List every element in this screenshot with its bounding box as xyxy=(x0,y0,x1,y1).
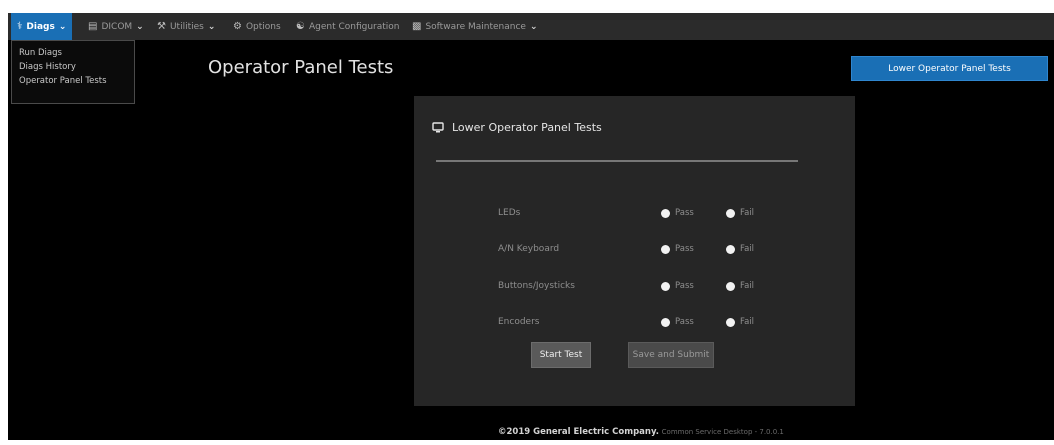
pass-label: Pass xyxy=(675,317,694,327)
lower-operator-panel-tests-button[interactable]: Lower Operator Panel Tests xyxy=(851,56,1048,81)
radio-circle xyxy=(661,244,670,254)
nav-agent-configuration[interactable]: ☯ Agent Configuration xyxy=(296,13,400,40)
menu-item-operator-panel-tests[interactable]: Operator Panel Tests xyxy=(19,74,127,88)
pass-radio[interactable]: Pass xyxy=(661,244,694,254)
nav-utilities-label: Utilities xyxy=(169,21,204,32)
nav-options-label: Options xyxy=(245,21,281,32)
database-icon: ▤ xyxy=(88,20,98,32)
monitor-icon xyxy=(432,122,444,133)
fail-radio[interactable]: Fail xyxy=(726,244,754,254)
page-title: Operator Panel Tests xyxy=(208,57,394,78)
chevron-down-icon: ⌄ xyxy=(136,21,144,32)
users-icon: ☯ xyxy=(296,20,305,32)
chevron-down-icon: ⌄ xyxy=(207,21,216,32)
nav-diags-label: Diags xyxy=(26,21,55,32)
pass-radio[interactable]: Pass xyxy=(661,317,694,327)
nav-utilities[interactable]: ⚒ Utilities ⌄ xyxy=(157,13,215,40)
fail-radio[interactable]: Fail xyxy=(726,208,754,218)
copyright-text: ©2019 General Electric Company. xyxy=(498,427,659,437)
radio-circle xyxy=(661,281,670,291)
test-row-encoders: Encoders Pass Fail xyxy=(498,317,778,331)
fail-radio[interactable]: Fail xyxy=(726,281,754,291)
menu-item-run-diags[interactable]: Run Diags xyxy=(19,46,127,60)
radio-circle xyxy=(726,281,735,291)
fail-label: Fail xyxy=(740,208,755,218)
stethoscope-icon: ⚕ xyxy=(17,20,23,32)
test-row-buttons-joysticks: Buttons/Joysticks Pass Fail xyxy=(498,281,778,295)
card-title: Lower Operator Panel Tests xyxy=(452,121,602,134)
radio-circle xyxy=(661,208,670,218)
pass-label: Pass xyxy=(675,244,694,254)
test-row-an-keyboard: A/N Keyboard Pass Fail xyxy=(498,244,778,258)
fail-radio[interactable]: Fail xyxy=(726,317,754,327)
chevron-down-icon: ⌄ xyxy=(529,21,538,32)
fail-label: Fail xyxy=(740,281,755,291)
nav-software-maintenance-label: Software Maintenance xyxy=(425,21,526,32)
test-label: Buttons/Joysticks xyxy=(498,281,575,291)
chevron-down-icon: ⌄ xyxy=(58,21,67,32)
menu-item-diags-history[interactable]: Diags History xyxy=(19,60,127,74)
start-test-button[interactable]: Start Test xyxy=(531,342,591,368)
version-text: Common Service Desktop - 7.0.0.1 xyxy=(661,428,784,436)
test-card: Lower Operator Panel Tests LEDs Pass Fai… xyxy=(414,96,855,406)
save-and-submit-button[interactable]: Save and Submit xyxy=(628,342,714,368)
nav-dicom[interactable]: ▤ DICOM ⌄ xyxy=(88,13,144,40)
test-label: Encoders xyxy=(498,317,540,327)
nav-agent-configuration-label: Agent Configuration xyxy=(308,21,400,32)
radio-circle xyxy=(726,244,735,254)
footer: ©2019 General Electric Company. Common S… xyxy=(498,427,784,437)
test-row-leds: LEDs Pass Fail xyxy=(498,208,778,222)
nav-software-maintenance[interactable]: ▩ Software Maintenance ⌄ xyxy=(412,13,538,40)
nav-dicom-label: DICOM xyxy=(101,21,133,32)
pass-radio[interactable]: Pass xyxy=(661,281,694,291)
gear-icon: ⚙ xyxy=(233,20,242,32)
stack-icon: ▩ xyxy=(412,20,422,32)
divider xyxy=(436,160,798,162)
tools-icon: ⚒ xyxy=(157,20,166,32)
radio-circle xyxy=(726,208,735,218)
pass-label: Pass xyxy=(675,208,694,218)
fail-label: Fail xyxy=(740,317,755,327)
diags-dropdown-menu: Run Diags Diags History Operator Panel T… xyxy=(11,40,135,104)
app-screen: ⚕ Diags ⌄ ▤ DICOM ⌄ ⚒ Utilities ⌄ ⚙ Opti… xyxy=(8,13,1054,440)
card-header: Lower Operator Panel Tests xyxy=(432,121,602,134)
fail-label: Fail xyxy=(740,244,755,254)
radio-circle xyxy=(661,317,670,327)
radio-circle xyxy=(726,317,735,327)
top-navbar: ⚕ Diags ⌄ ▤ DICOM ⌄ ⚒ Utilities ⌄ ⚙ Opti… xyxy=(8,13,1054,40)
nav-options[interactable]: ⚙ Options xyxy=(233,13,281,40)
pass-label: Pass xyxy=(675,281,694,291)
test-label: A/N Keyboard xyxy=(498,244,560,254)
test-label: LEDs xyxy=(498,208,521,218)
nav-diags[interactable]: ⚕ Diags ⌄ xyxy=(11,13,73,40)
pass-radio[interactable]: Pass xyxy=(661,208,694,218)
